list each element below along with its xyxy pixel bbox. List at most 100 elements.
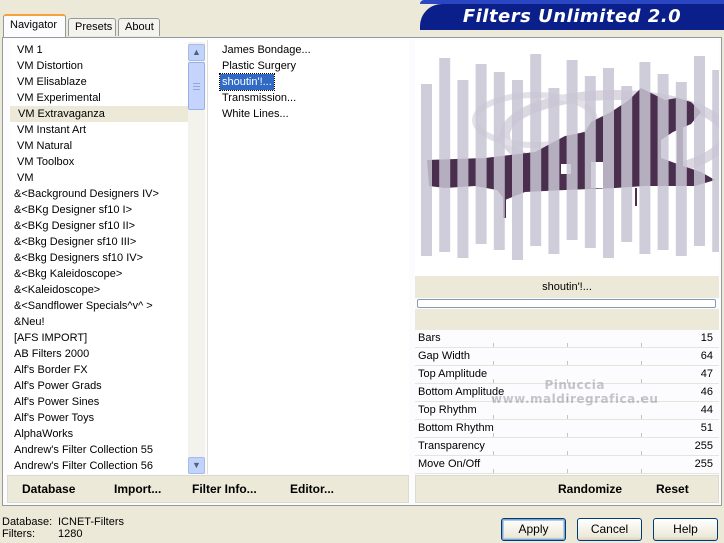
param-slider[interactable]: Bottom Rhythm 51 [415,420,719,438]
help-button[interactable]: Help [653,518,718,541]
filter-item[interactable]: shoutin'!... [219,73,275,91]
param-slider[interactable]: Gap Width 64 [415,348,719,366]
category-item-label: VM [17,172,34,184]
category-item[interactable]: &<Bkg Designers sf10 IV> [10,250,188,266]
category-item-label: Alf's Border FX [14,364,88,376]
import-button[interactable]: Import... [114,482,161,496]
brand-title: Filters Unlimited 2.0 [420,4,724,30]
category-item[interactable]: Alf's Border FX [10,362,188,378]
category-item-label: Alf's Power Grads [14,380,102,392]
category-item[interactable]: VM 1 [10,42,188,58]
category-item[interactable]: VM Natural [10,138,188,154]
category-item[interactable]: AlphaWorks [10,426,188,442]
category-item[interactable]: &<Sandflower Specials^v^ > [10,298,188,314]
category-item[interactable]: [AFS IMPORT] [10,330,188,346]
selected-filter-caption: shoutin'!... [415,276,719,298]
category-item[interactable]: VM Distortion [10,58,188,74]
category-item[interactable]: Alf's Power Sines [10,394,188,410]
apply-button[interactable]: Apply [501,518,566,541]
preview-bar [675,82,687,256]
param-label: Top Amplitude [418,368,488,380]
category-item[interactable]: &<Bkg Kaleidoscope> [10,266,188,282]
param-value: 47 [700,368,713,380]
category-item[interactable]: VM Instant Art [10,122,188,138]
param-label: Move On/Off [418,458,481,470]
scroll-thumb[interactable] [188,62,205,110]
param-slider[interactable]: Top Rhythm 44 [415,402,719,420]
param-slider[interactable]: Transparency 255 [415,438,719,456]
category-item[interactable]: Alf's Power Toys [10,410,188,426]
category-item-label: VM Instant Art [17,124,87,136]
status-filters-label: Filters: [2,528,35,540]
filter-item[interactable]: Plastic Surgery [220,58,298,74]
category-item-label: &<Sandflower Specials^v^ > [14,300,153,312]
randomize-button[interactable]: Randomize [558,482,622,496]
category-item-label: VM Distortion [17,60,84,72]
filter-item[interactable]: Transmission... [220,90,298,106]
database-button[interactable]: Database [22,482,75,496]
param-value: 15 [700,332,713,344]
category-item[interactable]: Andrew's Filter Collection 55 [10,442,188,458]
category-item[interactable]: VM Elisablaze [10,74,188,90]
category-item-label: VM Elisablaze [17,76,87,88]
category-item[interactable]: &<Background Designers IV> [10,186,188,202]
category-item[interactable]: &<BKg Designer sf10 II> [10,218,188,234]
category-item[interactable]: &<Bkg Designer sf10 III> [10,234,188,250]
param-value: 51 [700,422,713,434]
category-item[interactable]: VM Extravaganza [10,106,188,122]
preview-bar [657,74,669,250]
scroll-up-arrow-icon[interactable]: ▲ [188,44,205,61]
preview-bar [512,80,523,260]
category-item-label: &<Bkg Designer sf10 III> [14,236,137,248]
tab-navigator[interactable]: Navigator [3,14,66,37]
param-value: 255 [694,458,713,470]
category-list: VM 1 VM Distortion VM Elisablaze VM Experim… [10,40,205,474]
parameter-toolbar: Randomize Reset [415,475,719,503]
category-item[interactable]: VM Toolbox [10,154,188,170]
category-item[interactable]: &Neu! [10,314,188,330]
preview-bar [421,84,432,256]
category-item[interactable]: AB Filters 2000 [10,346,188,362]
status-filters-value: 1280 [58,528,83,540]
param-slider[interactable]: Move On/Off 255 [415,456,719,474]
scroll-down-arrow-icon[interactable]: ▼ [188,457,205,474]
param-label: Bars [418,332,441,344]
param-slider[interactable]: Bottom Amplitude 46 [415,384,719,402]
category-item-label: &<Kaleidoscope> [14,284,101,296]
cancel-button[interactable]: Cancel [577,518,642,541]
parameter-list: Bars 15 Gap Width 64 Top Amplitude 47 Bottom A… [415,330,719,474]
navigator-toolbar: Database Import... Filter Info... Editor… [7,475,409,503]
param-label: Bottom Amplitude [418,386,505,398]
category-item-label: &<Bkg Kaleidoscope> [14,268,123,280]
filter-info-button[interactable]: Filter Info... [192,482,257,496]
preview-bar [621,86,633,242]
category-item-label: [AFS IMPORT] [14,332,88,344]
category-item-label: Andrew's Filter Collection 56 [14,460,154,472]
params-spacer [415,309,719,330]
param-slider[interactable]: Top Amplitude 47 [415,366,719,384]
param-label: Transparency [418,440,485,452]
param-label: Gap Width [418,350,470,362]
category-item-label: VM 1 [17,44,43,56]
filter-item[interactable]: James Bondage... [220,42,313,58]
tab-about[interactable]: About [118,18,160,36]
reset-button[interactable]: Reset [656,482,689,496]
filter-item[interactable]: White Lines... [220,106,291,122]
category-item[interactable]: VM Experimental [10,90,188,106]
category-item[interactable]: &<Kaleidoscope> [10,282,188,298]
category-item-label: VM Toolbox [17,156,75,168]
category-item-label: &Neu! [14,316,45,328]
preview-bar [493,72,505,250]
category-scrollbar[interactable]: ▲ ▼ [188,42,205,474]
category-item[interactable]: Andrew's Filter Collection 56 [10,458,188,472]
editor-button[interactable]: Editor... [290,482,334,496]
preview-bar [457,80,469,258]
category-item[interactable]: Alf's Power Grads [10,378,188,394]
param-slider[interactable]: Bars 15 [415,330,719,348]
category-item[interactable]: &<BKg Designer sf10 I> [10,202,188,218]
tab-bar: Navigator Presets About Filters Unlimite… [0,0,724,38]
tab-presets[interactable]: Presets [68,18,116,36]
category-item-label: Alf's Power Sines [14,396,100,408]
category-item[interactable]: VM [10,170,188,186]
category-item-label: VM Experimental [17,92,101,104]
